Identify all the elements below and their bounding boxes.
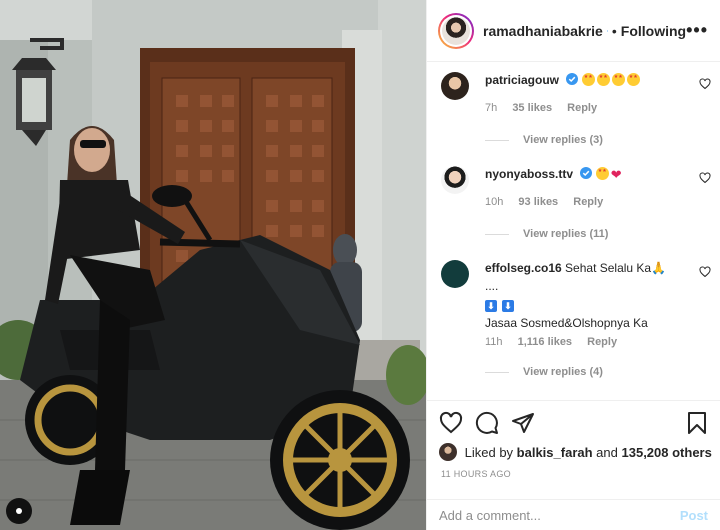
verified-badge-icon xyxy=(566,73,579,85)
like-comment-heart-icon[interactable] xyxy=(699,78,711,90)
liked-by-count[interactable]: 135,208 others xyxy=(622,445,712,460)
comment-likes[interactable]: 93 likes xyxy=(518,196,558,208)
post-photo[interactable] xyxy=(0,0,426,530)
reply-button[interactable]: Reply xyxy=(573,196,603,208)
commenter-username[interactable]: effolseg.co16 xyxy=(485,261,562,275)
comment-time[interactable]: 10h xyxy=(485,196,503,208)
post-comment-button[interactable]: Post xyxy=(680,508,708,523)
post-side-panel: ramadhaniabakrie • Following ••• patrici… xyxy=(426,0,720,530)
view-replies-button[interactable]: View replies (11) xyxy=(485,228,608,240)
comment-meta: 7h 35 likes Reply xyxy=(485,102,609,114)
commenter-username[interactable]: patriciagouw xyxy=(485,73,559,87)
share-icon[interactable] xyxy=(511,411,535,435)
liked-by-and: and xyxy=(596,445,618,460)
like-comment-heart-icon[interactable] xyxy=(699,266,711,278)
comment-time[interactable]: 7h xyxy=(485,102,497,114)
comment-body: effolseg.co16 Sehat Selalu Ka🙏 .... ⬇ ⬇ J… xyxy=(485,260,695,331)
red-heart-emoji-icon: ❤ xyxy=(610,167,622,182)
comment-text: Sehat Selalu Ka xyxy=(565,261,652,275)
reply-button[interactable]: Reply xyxy=(567,102,597,114)
comment-likes[interactable]: 1,116 likes xyxy=(518,336,572,348)
commenter-username[interactable]: nyonyaboss.ttv xyxy=(485,167,573,181)
post-actions: Liked by balkis_farah and 135,208 others… xyxy=(427,400,720,530)
add-comment-input[interactable] xyxy=(439,508,680,523)
verified-badge-icon xyxy=(606,29,608,32)
post-timestamp[interactable]: 11 HOURS AGO xyxy=(441,469,511,479)
star-struck-emoji-icon xyxy=(611,73,625,86)
comment-item: effolseg.co16 Sehat Selalu Ka🙏 .... ⬇ ⬇ J… xyxy=(441,260,711,390)
view-replies-button[interactable]: View replies (4) xyxy=(485,366,603,378)
comment-item: nyonyaboss.ttv ❤ 10h 93 likes Reply View… xyxy=(441,166,711,246)
post-header: ramadhaniabakrie • Following ••• xyxy=(427,0,720,62)
comment-item: patriciagouw 7h 35 likes Reply View repl… xyxy=(441,72,711,152)
star-struck-emoji-icon xyxy=(596,73,610,86)
liked-by-user[interactable]: balkis_farah xyxy=(517,445,593,460)
like-comment-heart-icon[interactable] xyxy=(699,172,711,184)
verified-badge-icon xyxy=(580,167,593,179)
star-struck-emoji-icon xyxy=(626,73,640,86)
tagged-users-icon[interactable] xyxy=(6,498,32,524)
view-replies-button[interactable]: View replies (3) xyxy=(485,134,603,146)
comment-likes[interactable]: 35 likes xyxy=(512,102,552,114)
comment-meta: 11h 1,116 likes Reply xyxy=(485,336,629,348)
comment-text-dots: .... xyxy=(485,279,499,293)
comment-icon[interactable] xyxy=(475,411,499,435)
comment-time[interactable]: 11h xyxy=(485,336,503,348)
more-options-icon[interactable]: ••• xyxy=(686,20,708,41)
comment-body: patriciagouw xyxy=(485,72,695,88)
post-image xyxy=(0,0,426,530)
add-comment-bar: Post xyxy=(427,499,720,530)
commenter-avatar[interactable] xyxy=(441,260,469,288)
star-struck-emoji-icon xyxy=(581,73,595,86)
liker-avatar[interactable] xyxy=(439,443,457,461)
comments-list[interactable]: patriciagouw 7h 35 likes Reply View repl… xyxy=(427,62,720,400)
action-icons-row xyxy=(439,411,714,437)
reply-button[interactable]: Reply xyxy=(587,336,617,348)
liked-by-summary: Liked by balkis_farah and 135,208 others xyxy=(439,443,712,461)
comment-text-line2: Jasaa Sosmed&Olshopnya Ka xyxy=(485,316,648,330)
liked-by-prefix: Liked by xyxy=(464,445,514,460)
following-button[interactable]: Following xyxy=(621,23,686,39)
heart-icon[interactable] xyxy=(439,411,463,435)
author-avatar[interactable] xyxy=(438,12,474,49)
header-separator: • xyxy=(611,22,617,39)
star-struck-emoji-icon xyxy=(595,167,609,180)
folded-hands-emoji-icon: 🙏 xyxy=(651,261,667,275)
comment-body: nyonyaboss.ttv ❤ xyxy=(485,166,695,183)
down-arrow-emoji-icons: ⬇ ⬇ xyxy=(485,297,695,313)
commenter-avatar[interactable] xyxy=(441,72,469,100)
comment-meta: 10h 93 likes Reply xyxy=(485,196,615,208)
commenter-avatar[interactable] xyxy=(441,166,469,194)
bookmark-icon[interactable] xyxy=(686,411,708,435)
author-username[interactable]: ramadhaniabakrie xyxy=(483,23,603,39)
